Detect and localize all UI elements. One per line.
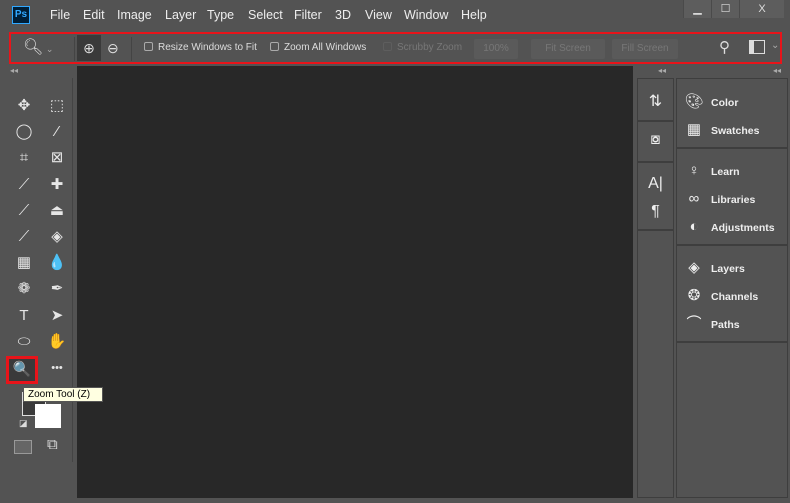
zoom-in-icon[interactable]: ⊕	[77, 35, 101, 61]
workspace-icon[interactable]	[749, 40, 765, 54]
divider	[74, 37, 75, 61]
paths-icon: ⌒	[686, 315, 702, 332]
tool-blur[interactable]: 💧	[42, 251, 72, 275]
menu-image[interactable]: Image	[117, 8, 152, 22]
lightbulb-icon: ♀	[688, 162, 700, 179]
panel-layers[interactable]: ◈ Layers	[683, 256, 787, 280]
tool-hand[interactable]: ✋	[42, 330, 72, 354]
fill-screen-button[interactable]: Fill Screen	[612, 39, 678, 59]
fit-screen-button[interactable]: Fit Screen	[531, 39, 605, 59]
palette-icon: 🎨︎	[684, 93, 704, 110]
channels-icon: ❂	[687, 287, 701, 304]
tool-type[interactable]: T	[9, 304, 39, 328]
tool-history-brush[interactable]: ⟋	[9, 225, 39, 249]
paragraph-icon[interactable]: ¶	[638, 203, 673, 221]
panel-paths[interactable]: ⌒ Paths	[683, 312, 787, 336]
options-bar: 🔍︎ ⌄ ⊕ ⊖ Resize Windows to Fit Zoom All …	[9, 32, 782, 64]
collapse-panels-icon[interactable]: ◂◂	[773, 66, 781, 75]
properties-icon[interactable]: ⧇	[638, 131, 673, 149]
tool-lasso[interactable]: ◯	[9, 120, 39, 144]
panel-adjustments[interactable]: ◐ Adjustments	[683, 215, 787, 239]
panel-swatches[interactable]: ▦ Swatches	[683, 118, 787, 142]
menu-bar: Ps File Edit Image Layer Type Select Fil…	[0, 0, 790, 30]
maximize-button[interactable]: ☐	[711, 0, 739, 18]
tool-more[interactable]: •••	[42, 356, 72, 380]
tool-dodge[interactable]: ❁	[9, 277, 39, 301]
tool-path-selection[interactable]: ➤	[42, 304, 72, 328]
tool-gradient[interactable]: ▦	[9, 251, 39, 275]
cc-libraries-icon: ∞	[688, 190, 700, 207]
panel-learn[interactable]: ♀ Learn	[683, 159, 787, 183]
tool-ellipse[interactable]: ⬭	[9, 330, 39, 354]
tooltip: Zoom Tool (Z)	[23, 387, 103, 402]
tool-magic-wand[interactable]: ⁄	[42, 120, 72, 144]
menu-filter[interactable]: Filter	[294, 8, 322, 22]
character-icon[interactable]: A|	[638, 175, 673, 193]
tool-healing[interactable]: ✚	[42, 173, 72, 197]
panel-libraries[interactable]: ∞ Libraries	[683, 187, 787, 211]
search-icon[interactable]: ⚲	[719, 38, 730, 56]
divider	[131, 37, 132, 61]
zoom-percent-button[interactable]: 100%	[474, 39, 518, 59]
menu-file[interactable]: File	[50, 8, 70, 22]
tool-crop[interactable]: ⌗	[9, 146, 39, 170]
tool-eraser[interactable]: ◈	[42, 225, 72, 249]
panels-dock: 🎨︎ Color ▦ Swatches ♀ Learn ∞ Libraries ◐ Adj…	[676, 78, 788, 498]
scrubby-zoom-checkbox[interactable]: Scrubby Zoom	[383, 42, 462, 53]
tool-eyedropper[interactable]: ⟋	[9, 173, 39, 197]
collapse-narrow-panel-icon[interactable]: ◂◂	[658, 66, 666, 75]
menu-type[interactable]: Type	[207, 8, 234, 22]
default-colors-icon[interactable]: ◪	[19, 418, 28, 429]
checkbox-icon	[383, 42, 392, 51]
menu-layer[interactable]: Layer	[165, 8, 196, 22]
menu-window[interactable]: Window	[404, 8, 448, 22]
collapse-toolbar-icon[interactable]: ◂◂	[10, 66, 18, 75]
tool-zoom[interactable]: 🔍	[6, 356, 38, 384]
chevron-down-icon[interactable]: ⌄	[771, 40, 779, 51]
photoshop-logo: Ps	[12, 6, 30, 24]
minimize-button[interactable]: ▁	[683, 0, 711, 18]
canvas-area[interactable]	[77, 66, 633, 498]
quick-mask-icon[interactable]	[14, 440, 32, 454]
zoom-tool-preset-icon[interactable]: 🔍︎ ⌄	[23, 37, 53, 57]
zoom-out-icon[interactable]: ⊖	[107, 35, 119, 61]
menu-edit[interactable]: Edit	[83, 8, 105, 22]
screen-mode-icon[interactable]: ⧉	[47, 436, 58, 453]
tool-frame[interactable]: ⊠	[42, 146, 72, 170]
history-icon[interactable]: ⇅	[638, 91, 673, 111]
menu-view[interactable]: View	[365, 8, 392, 22]
layers-icon: ◈	[688, 259, 700, 276]
menu-help[interactable]: Help	[461, 8, 487, 22]
panel-dock-icons: ⇅ ⧇ A| ¶	[637, 78, 674, 498]
menu-3d[interactable]: 3D	[335, 8, 351, 22]
panel-color[interactable]: 🎨︎ Color	[683, 90, 787, 114]
menu-select[interactable]: Select	[248, 8, 283, 22]
checkbox-icon	[144, 42, 153, 51]
zoom-all-windows-checkbox[interactable]: Zoom All Windows	[270, 42, 366, 53]
tool-brush[interactable]: ⟋	[9, 199, 39, 223]
checkbox-icon	[270, 42, 279, 51]
resize-windows-checkbox[interactable]: Resize Windows to Fit	[144, 42, 257, 53]
background-color-swatch[interactable]	[35, 404, 61, 428]
close-button[interactable]: X	[739, 0, 784, 18]
grid-icon: ▦	[686, 121, 702, 138]
tool-stamp[interactable]: ⏏	[42, 199, 72, 223]
tool-move[interactable]: ✥	[9, 94, 39, 118]
adjustments-icon: ◐	[689, 218, 699, 235]
tool-pen[interactable]: ✒	[42, 277, 72, 301]
tool-marquee[interactable]: ⬚	[42, 94, 72, 118]
panel-channels[interactable]: ❂ Channels	[683, 284, 787, 308]
